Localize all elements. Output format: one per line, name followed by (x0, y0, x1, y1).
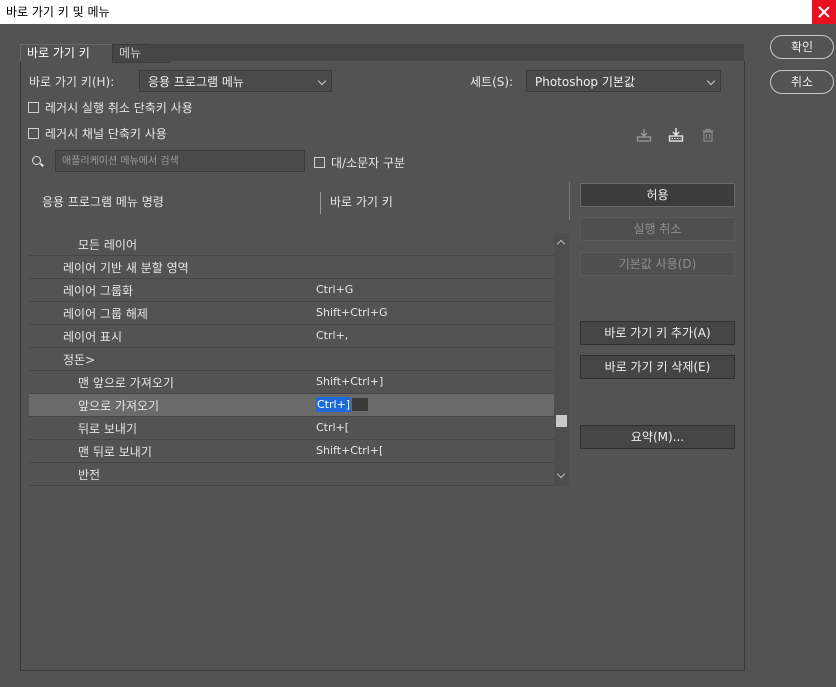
shortcut-value: Shift+Ctrl+[ (316, 444, 384, 457)
legacy-undo-checkbox[interactable]: 레거시 실행 취소 단축키 사용 (28, 99, 193, 116)
new-set-icon[interactable] (668, 127, 684, 143)
side-divider (569, 182, 570, 220)
chevron-up-icon[interactable] (556, 239, 566, 249)
checkbox-box[interactable] (314, 157, 325, 168)
table-row-selected[interactable]: 앞으로 가져오기 Ctrl+] (29, 394, 554, 417)
shortcuts-for-label: 바로 가기 키(H): (29, 75, 115, 89)
set-select[interactable]: Photoshop 기본값 (526, 70, 721, 92)
legacy-undo-label: 레거시 실행 취소 단축키 사용 (45, 101, 193, 115)
shortcut-value: Shift+Ctrl+G (316, 306, 388, 319)
tab-strip (150, 44, 744, 61)
chevron-down-icon[interactable] (556, 469, 566, 479)
command-name: 레이어 그룹화 (63, 284, 134, 298)
add-shortcut-button[interactable]: 바로 가기 키 추가(A) (580, 321, 735, 345)
save-set-icon[interactable] (636, 127, 652, 143)
shortcut-caret-block (352, 398, 369, 411)
close-icon[interactable] (812, 0, 836, 24)
scroll-thumb[interactable] (556, 415, 567, 427)
checkbox-box[interactable] (28, 128, 39, 139)
checkbox-box[interactable] (28, 102, 39, 113)
command-name: 레이어 표시 (63, 330, 123, 344)
table-row[interactable]: 맨 뒤로 보내기 Shift+Ctrl+[ (29, 440, 554, 463)
legacy-channel-label: 레거시 채널 단축키 사용 (45, 127, 167, 141)
table-row[interactable]: 뒤로 보내기 Ctrl+[ (29, 417, 554, 440)
shortcut-value[interactable]: Ctrl+] (316, 397, 352, 412)
table-scrollbar[interactable] (554, 233, 569, 486)
table-row[interactable]: 모든 레이어 (29, 233, 554, 256)
command-name: 맨 앞으로 가져오기 (78, 376, 174, 390)
command-name: 반전 (78, 468, 101, 482)
accept-button[interactable]: 허용 (580, 183, 735, 207)
command-name: 레이어 기반 새 분할 영역 (63, 261, 189, 275)
shortcut-table: 모든 레이어 레이어 기반 새 분할 영역 레이어 그룹화 Ctrl+G 레이어… (29, 233, 554, 486)
shortcut-value: Ctrl+[ (316, 421, 350, 434)
command-name: 모든 레이어 (78, 238, 138, 252)
column-divider[interactable] (320, 192, 321, 214)
command-name: 맨 뒤로 보내기 (78, 445, 152, 459)
table-row[interactable]: 레이어 기반 새 분할 영역 (29, 256, 554, 279)
shortcut-value: Ctrl+, (316, 329, 349, 342)
shortcuts-for-value: 응용 프로그램 메뉴 (148, 75, 244, 89)
trash-icon[interactable] (700, 127, 716, 143)
match-case-checkbox[interactable]: 대/소문자 구분 (314, 154, 405, 171)
table-row[interactable]: 레이어 그룹화 Ctrl+G (29, 279, 554, 302)
table-row[interactable]: 정돈> (29, 348, 554, 371)
set-value: Photoshop 기본값 (535, 75, 635, 89)
undo-button[interactable]: 실행 취소 (580, 217, 735, 241)
search-bar (27, 150, 305, 172)
column-header-shortcut[interactable]: 바로 가기 키 (330, 193, 393, 210)
summarize-button[interactable]: 요약(M)... (580, 425, 735, 449)
search-input[interactable] (55, 150, 305, 172)
table-row[interactable]: 레이어 표시 Ctrl+, (29, 325, 554, 348)
set-label: 세트(S): (470, 75, 514, 89)
tab-shortcuts[interactable]: 바로 가기 키 (20, 44, 114, 62)
shortcut-value: Shift+Ctrl+] (316, 375, 384, 388)
search-icon (32, 156, 41, 165)
shortcuts-for-select[interactable]: 응용 프로그램 메뉴 (139, 70, 332, 92)
table-row[interactable]: 레이어 그룹 해제 Shift+Ctrl+G (29, 302, 554, 325)
title-bar: 바로 가기 키 및 메뉴 (0, 0, 836, 24)
window-title: 바로 가기 키 및 메뉴 (6, 5, 110, 19)
chevron-down-icon (706, 76, 716, 86)
table-row[interactable]: 맨 앞으로 가져오기 Shift+Ctrl+] (29, 371, 554, 394)
match-case-label: 대/소문자 구분 (331, 156, 406, 170)
column-header-command[interactable]: 응용 프로그램 메뉴 명령 (42, 193, 164, 210)
cancel-button[interactable]: 취소 (770, 70, 834, 94)
shortcut-value: Ctrl+G (316, 283, 354, 296)
command-name: 뒤로 보내기 (78, 422, 138, 436)
ok-button[interactable]: 확인 (770, 35, 834, 59)
command-name: 정돈> (63, 353, 96, 367)
delete-shortcut-button[interactable]: 바로 가기 키 삭제(E) (580, 355, 735, 379)
shortcut-editor[interactable]: Ctrl+] (316, 397, 369, 412)
chevron-down-icon (317, 76, 327, 86)
legacy-channel-checkbox[interactable]: 레거시 채널 단축키 사용 (28, 125, 167, 142)
command-name: 앞으로 가져오기 (78, 399, 160, 413)
command-name: 레이어 그룹 해제 (63, 307, 148, 321)
use-default-button[interactable]: 기본값 사용(D) (580, 252, 735, 276)
table-row[interactable]: 반전 (29, 463, 554, 486)
